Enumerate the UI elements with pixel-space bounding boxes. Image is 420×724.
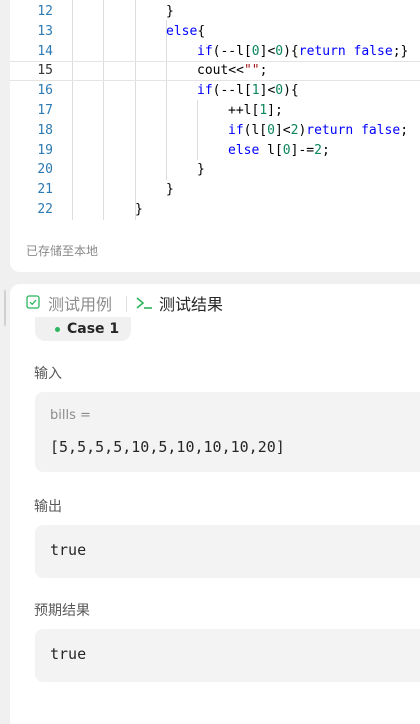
line-number: 18: [37, 122, 53, 138]
code-token: (--l[: [212, 83, 252, 99]
code-text: ++l[1];: [228, 101, 283, 121]
code-token: ){: [283, 43, 299, 59]
code-token: if: [197, 83, 213, 99]
code-token: 0: [275, 43, 284, 59]
code-token: ){: [283, 83, 299, 99]
code-token: else: [166, 23, 198, 39]
code-token: ]<: [274, 122, 291, 138]
case-label: Case 1: [67, 321, 120, 337]
code-token: "": [243, 63, 260, 79]
code-token: 0: [282, 142, 291, 158]
line-number: 20: [37, 162, 53, 178]
output-box: true: [35, 525, 420, 578]
code-token: }: [197, 162, 205, 178]
code-text: }: [166, 2, 174, 22]
expected-value: true: [50, 645, 87, 663]
code-line[interactable]: 20}: [10, 160, 420, 180]
code-token: ]-=: [290, 142, 315, 158]
code-token: if: [197, 43, 213, 59]
code-token: (--l[: [212, 43, 252, 59]
code-token: ;: [400, 122, 409, 138]
line-number: 13: [37, 23, 53, 39]
code-token: return false: [298, 43, 393, 59]
code-token: return false: [306, 122, 401, 138]
output-label: 输出: [34, 499, 62, 515]
code-text: }: [166, 180, 174, 200]
code-token: ]<: [259, 83, 276, 99]
code-token: else: [228, 142, 260, 158]
code-text: cout<<"";: [197, 62, 267, 80]
code-editor[interactable]: 12} 13 else{14 if(--l[0]<0){return false;} 1…: [10, 0, 420, 272]
code-token: 2: [314, 142, 322, 158]
code-token: (l[: [243, 122, 268, 138]
code-line[interactable]: 12}: [10, 2, 420, 22]
code-token: ;: [321, 142, 330, 158]
code-text: else l[0]-=2;: [228, 141, 330, 161]
code-line[interactable]: 18 if(l[0]<2)return false;: [10, 121, 420, 141]
case-tab[interactable]: Case 1: [35, 317, 131, 341]
code-text: else{: [166, 22, 205, 42]
tab-testresults[interactable]: 测试结果: [135, 291, 223, 315]
code-token: if: [228, 122, 244, 138]
code-token: 1: [259, 103, 268, 118]
code-text: if(--l[1]<0){: [197, 81, 299, 101]
line-number: 15: [37, 63, 53, 79]
code-token: ;}: [392, 43, 409, 59]
input-box: bills = [5,5,5,5,10,5,10,10,10,20]: [35, 392, 420, 472]
input-label: 输入: [34, 366, 62, 382]
status-dot-icon: [55, 326, 60, 332]
code-line[interactable]: 19 else l[0]-=2;: [10, 141, 420, 161]
code-token: ]<: [259, 43, 276, 59]
code-line[interactable]: 21}: [10, 180, 420, 200]
code-line[interactable]: 17 ++l[1];: [10, 101, 420, 121]
code-area[interactable]: 12} 13 else{14 if(--l[0]<0){return false;} 1…: [10, 0, 420, 228]
panel-resize-handle[interactable]: [4, 290, 6, 326]
code-text: }: [197, 160, 205, 180]
expected-box: true: [35, 629, 420, 682]
tab-testcases[interactable]: 测试用例: [26, 291, 112, 315]
code-token: 0: [275, 83, 284, 99]
output-value: true: [50, 541, 87, 559]
code-line[interactable]: 16 if(--l[1]<0){: [10, 81, 420, 101]
code-text: }: [135, 200, 143, 220]
code-text: if(l[0]<2)return false;: [228, 121, 408, 141]
code-token: cout<<: [197, 63, 244, 79]
line-number: 19: [37, 142, 53, 158]
code-line[interactable]: 15 cout<<"";: [10, 61, 420, 82]
code-line[interactable]: 14 if(--l[0]<0){return false;}: [10, 42, 420, 62]
saved-status: 已存储至本地: [26, 244, 99, 258]
line-number: 22: [37, 202, 53, 217]
expected-label: 预期结果: [34, 603, 90, 619]
code-text: if(--l[0]<0){return false;}: [197, 42, 408, 62]
code-token: 1: [251, 83, 260, 99]
code-token: l[: [259, 142, 283, 158]
tab-divider: [126, 296, 127, 312]
code-token: ];: [267, 103, 283, 118]
line-number: 17: [37, 103, 53, 118]
checkbox-icon: [26, 295, 42, 311]
code-token: }: [135, 202, 143, 217]
terminal-icon: [135, 295, 155, 311]
input-var-name: bills =: [50, 408, 91, 423]
input-value: [5,5,5,5,10,5,10,10,10,20]: [50, 438, 285, 456]
test-panel: 测试用例 测试结果 Case 1 输入 bills = [5,5,5,5,10,…: [10, 284, 420, 724]
code-token: 0: [251, 43, 260, 59]
code-token: ++l[: [228, 103, 260, 118]
tab-testcases-label: 测试用例: [48, 295, 113, 314]
line-number: 14: [37, 43, 53, 59]
code-token: {: [197, 23, 206, 39]
tab-testresults-label: 测试结果: [159, 295, 224, 314]
code-token: }: [166, 182, 174, 198]
code-token: 0: [267, 122, 275, 138]
code-token: }: [166, 4, 174, 19]
line-number: 12: [37, 4, 53, 19]
line-number: 21: [37, 182, 53, 198]
code-line[interactable]: 13 else{: [10, 22, 420, 42]
code-token: ;: [259, 63, 268, 79]
code-line[interactable]: 22}: [10, 200, 420, 220]
line-number: 16: [37, 83, 53, 99]
